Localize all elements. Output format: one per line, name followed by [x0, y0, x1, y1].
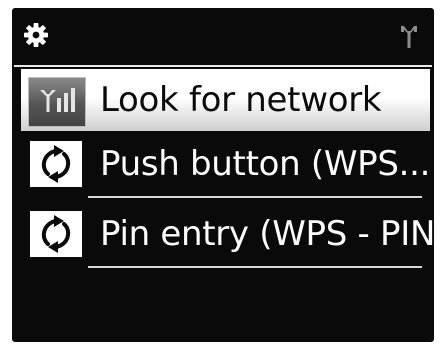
menu-item-label: Pin entry (WPS - PIN)	[100, 214, 434, 254]
signal-strength-icon	[28, 77, 86, 127]
menu-item-pin-entry-wps-pin[interactable]: Pin entry (WPS - PIN)	[12, 203, 434, 268]
item-divider	[88, 196, 422, 198]
device-screen: Look for network Push button (WPS... Pin…	[12, 8, 434, 342]
gear-icon[interactable]	[23, 22, 49, 48]
menu-item-look-for-network[interactable]: Look for network	[12, 69, 434, 133]
item-divider	[88, 266, 422, 268]
wps-arrows-icon	[30, 211, 82, 257]
header-bar	[12, 8, 434, 60]
menu-item-label: Look for network	[100, 80, 382, 120]
header-divider	[14, 65, 432, 67]
antenna-signal-icon	[401, 26, 417, 48]
menu-item-push-button-wps[interactable]: Push button (WPS...	[12, 133, 434, 198]
menu-item-label: Push button (WPS...	[100, 144, 431, 184]
wps-arrows-icon	[30, 141, 82, 187]
